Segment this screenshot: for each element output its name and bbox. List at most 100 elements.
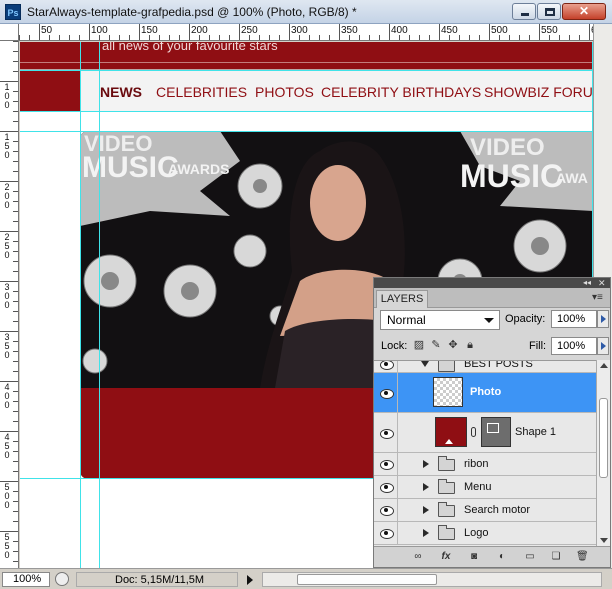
ruler-tick <box>329 35 330 40</box>
ruler-tick <box>239 24 240 40</box>
fx-icon[interactable]: fx <box>440 551 452 563</box>
ruler-tick <box>13 521 18 522</box>
header-divider <box>20 62 593 63</box>
eye-icon[interactable] <box>378 387 394 399</box>
layer-row-logo[interactable]: Logo <box>374 522 596 545</box>
ruler-tick <box>79 35 80 40</box>
window-titlebar: Ps StarAlways-template-grafpedia.psd @ 1… <box>0 0 612 24</box>
ruler-tick <box>13 561 18 562</box>
guide-horizontal[interactable] <box>20 131 593 132</box>
maximize-button[interactable] <box>537 3 561 20</box>
horizontal-ruler[interactable]: 50100150200250300350400450500550600 <box>19 24 593 41</box>
group-collapsed-icon[interactable] <box>423 460 429 468</box>
mask-icon[interactable]: ◙ <box>468 551 480 563</box>
group-expanded-icon[interactable] <box>421 361 429 367</box>
ruler-tick <box>13 491 18 492</box>
adjustment-icon[interactable]: ◐ <box>496 551 508 563</box>
blend-mode-select[interactable]: Normal <box>380 310 500 330</box>
ruler-tick <box>13 291 18 292</box>
opacity-input[interactable]: 100% <box>551 310 597 328</box>
ruler-tick <box>309 35 310 40</box>
ruler-tick <box>209 35 210 40</box>
ruler-tick <box>279 35 280 40</box>
ruler-tick <box>369 35 370 40</box>
eye-icon[interactable] <box>378 481 394 493</box>
layer-scrollbar-thumb[interactable] <box>599 398 608 478</box>
lock-all-icon[interactable]: 🔒︎ <box>464 339 476 351</box>
layer-name: Shape 1 <box>515 426 556 438</box>
vertical-ruler[interactable]: 100150200250300350400450500550 <box>0 41 19 568</box>
window-horizontal-scrollbar[interactable] <box>262 572 602 587</box>
ruler-tick <box>13 71 18 72</box>
opacity-slider-button[interactable] <box>597 310 609 328</box>
ruler-tick <box>219 35 220 40</box>
group-collapsed-icon[interactable] <box>423 483 429 491</box>
link-icon[interactable] <box>471 427 476 437</box>
eye-icon[interactable] <box>378 458 394 470</box>
ruler-tick <box>13 371 18 372</box>
visibility-column <box>374 413 398 452</box>
layer-row-ribon[interactable]: ribon <box>374 453 596 476</box>
fill-input[interactable]: 100% <box>551 337 597 355</box>
ruler-tick <box>13 91 18 92</box>
guide-vertical[interactable] <box>99 42 100 568</box>
lock-pixels-icon[interactable]: ✎ <box>430 339 442 351</box>
lock-position-icon[interactable]: ✥ <box>447 339 459 351</box>
minimize-button[interactable] <box>512 3 536 20</box>
ruler-tick <box>13 361 18 362</box>
ruler-tick <box>139 24 140 40</box>
ruler-tick <box>13 171 18 172</box>
zoom-level-field[interactable]: 100% <box>2 572 50 587</box>
fill-slider-button[interactable] <box>597 337 609 355</box>
ruler-tick <box>13 141 18 142</box>
link-icon[interactable]: ∞ <box>412 551 424 563</box>
eye-icon[interactable] <box>378 504 394 516</box>
eye-icon[interactable] <box>378 361 394 370</box>
group-collapsed-icon[interactable] <box>423 529 429 537</box>
layer-row-search-motor[interactable]: Search motor <box>374 499 596 522</box>
layer-row-menu[interactable]: Menu <box>374 476 596 499</box>
folder-icon <box>438 456 455 471</box>
lock-transparency-icon[interactable]: ▨ <box>413 339 425 351</box>
ruler-tick <box>13 451 18 452</box>
layer-row-photo[interactable]: Photo <box>374 373 596 413</box>
layer-row-shape-1[interactable]: Shape 1 <box>374 413 596 453</box>
tab-layers[interactable]: LAYERS <box>376 290 428 308</box>
new-layer-icon[interactable]: ❏ <box>550 551 562 563</box>
ruler-tick <box>519 35 520 40</box>
ruler-tick <box>509 35 510 40</box>
status-menu-arrow-icon[interactable] <box>247 575 253 585</box>
panel-close-icon[interactable]: ✕ <box>598 278 606 288</box>
guide-horizontal[interactable] <box>20 111 593 112</box>
horizontal-scrollbar-thumb[interactable] <box>297 574 437 585</box>
ruler-tick <box>13 471 18 472</box>
layer-row-best-posts[interactable]: BEST POSTS <box>374 361 596 373</box>
photo-caption-right-2: MUSIC <box>460 158 563 194</box>
folder-icon <box>438 525 455 540</box>
layer-name: ribon <box>464 458 489 470</box>
guide-horizontal[interactable] <box>20 70 593 71</box>
folder-icon[interactable]: ▭ <box>524 551 536 563</box>
trash-icon[interactable]: 🗑︎ <box>576 551 589 563</box>
group-collapsed-icon[interactable] <box>423 506 429 514</box>
ruler-tick <box>559 35 560 40</box>
scroll-down-icon[interactable] <box>600 538 608 543</box>
opacity-label: Opacity: <box>505 313 546 325</box>
scroll-up-icon[interactable] <box>600 363 608 368</box>
zoom-icon[interactable] <box>55 572 69 586</box>
close-button[interactable]: ✕ <box>562 3 606 20</box>
eye-icon[interactable] <box>378 427 394 439</box>
document-size-info: Doc: 5,15M/11,5M <box>76 572 238 587</box>
ruler-tick <box>13 501 18 502</box>
layer-list-scrollbar[interactable] <box>596 360 610 546</box>
ruler-tick <box>13 261 18 262</box>
guide-vertical[interactable] <box>80 42 81 568</box>
panel-menu-icon[interactable]: ▾≡ <box>592 292 603 303</box>
ruler-tick <box>13 221 18 222</box>
eye-icon[interactable] <box>378 527 394 539</box>
panel-collapse-icon[interactable]: ◂◂ <box>583 278 591 288</box>
ruler-tick <box>579 35 580 40</box>
visibility-column <box>374 373 398 412</box>
ruler-tick <box>469 35 470 40</box>
ruler-origin[interactable] <box>0 24 19 41</box>
